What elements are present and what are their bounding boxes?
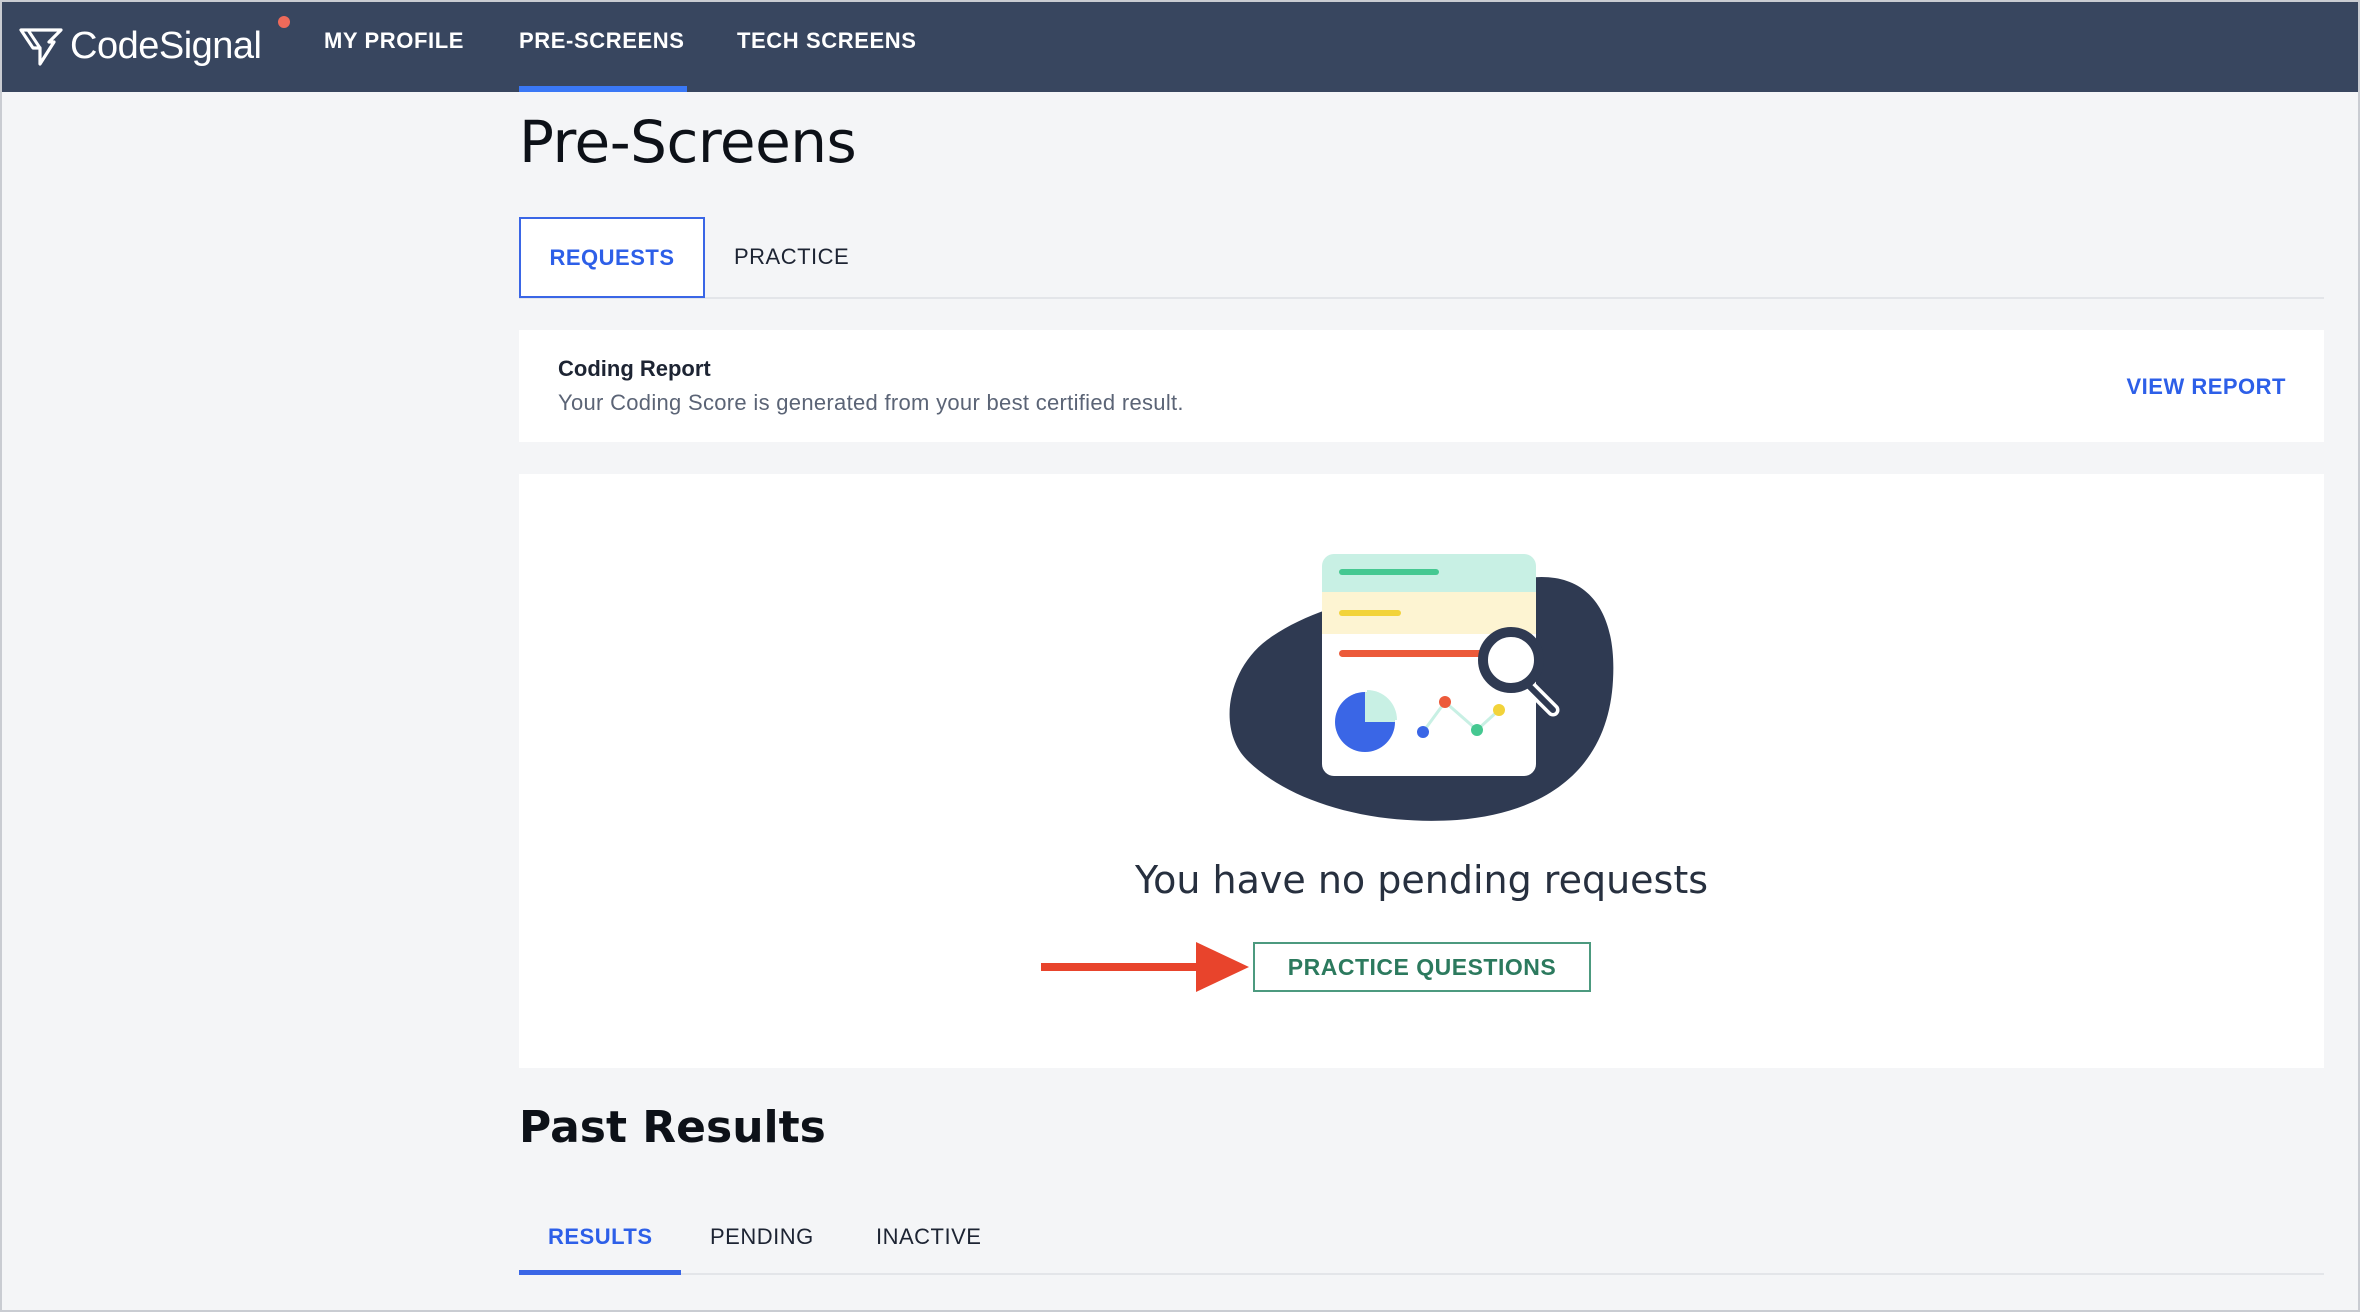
empty-state-message: You have no pending requests xyxy=(1134,858,1709,902)
past-results-tabs-divider xyxy=(519,1273,2324,1275)
annotation-arrow-icon xyxy=(1041,942,1249,992)
tab-requests-label: REQUESTS xyxy=(549,244,675,270)
nav-pre-screens[interactable]: PRE-SCREENS xyxy=(519,28,685,54)
tab-pending[interactable]: PENDING xyxy=(710,1224,814,1250)
tab-inactive[interactable]: INACTIVE xyxy=(876,1224,981,1250)
nav-tech-screens[interactable]: TECH SCREENS xyxy=(737,28,917,54)
view-report-link[interactable]: VIEW REPORT xyxy=(2126,374,2286,400)
tab-requests[interactable]: REQUESTS xyxy=(519,217,705,298)
past-results-title: Past Results xyxy=(519,1102,826,1153)
codesignal-logo-icon xyxy=(19,28,63,66)
coding-report-card: Coding Report Your Coding Score is gener… xyxy=(519,330,2324,442)
results-tab-active-indicator xyxy=(519,1270,681,1275)
empty-report-illustration xyxy=(1229,554,1614,821)
nav-active-indicator xyxy=(519,86,687,92)
brand-name: CodeSignal xyxy=(70,24,262,67)
tab-results[interactable]: RESULTS xyxy=(548,1224,653,1250)
nav-my-profile[interactable]: MY PROFILE xyxy=(324,28,464,54)
notification-dot xyxy=(278,16,290,28)
tabs-divider xyxy=(519,297,2324,299)
practice-questions-button[interactable]: PRACTICE QUESTIONS xyxy=(1253,942,1591,992)
tab-practice[interactable]: PRACTICE xyxy=(734,244,849,270)
top-navigation-bar: CodeSignal MY PROFILE PRE-SCREENS TECH S… xyxy=(0,0,2360,92)
codesignal-logo[interactable]: CodeSignal xyxy=(18,16,262,76)
report-title: Coding Report xyxy=(558,356,711,381)
practice-questions-label: PRACTICE QUESTIONS xyxy=(1287,953,1557,980)
pending-requests-card: You have no pending requests PRACTICE QU… xyxy=(519,474,2324,1068)
page-title: Pre-Screens xyxy=(519,108,857,176)
report-description: Your Coding Score is generated from your… xyxy=(558,390,1184,415)
